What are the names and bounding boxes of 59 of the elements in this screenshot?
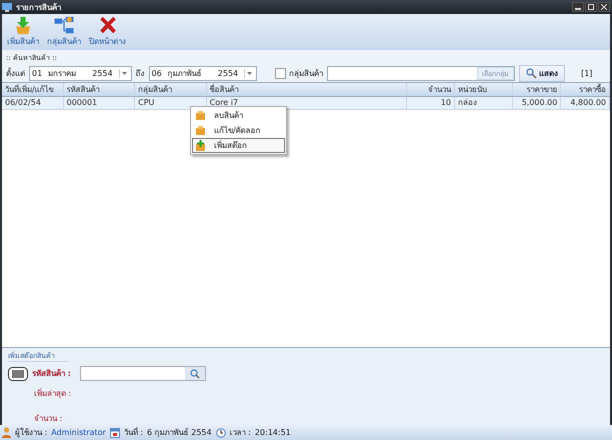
column-header[interactable]: วันที่เพิ่ม/แก้ไข [2, 83, 64, 96]
menu-item[interactable]: ลบสินค้า [192, 108, 285, 123]
maximize-button[interactable] [585, 2, 597, 12]
date-picker[interactable]: 06 กุมภาพันธ์ 2554 [148, 66, 258, 81]
toolbar-button[interactable]: กลุ่มสินค้า [46, 16, 82, 48]
column-header[interactable]: รหัสสินค้า [64, 83, 136, 96]
status-time: 20:14:51 [254, 428, 291, 437]
column-header[interactable]: หน่วยนับ [454, 83, 513, 96]
field-label: เพิ่มล่าสุด : [34, 389, 72, 398]
calendar-icon [110, 428, 120, 438]
column-header[interactable]: ราคาขาย [512, 83, 562, 96]
column-header[interactable]: ชื่อสินค้า [206, 83, 408, 96]
table-cell: 5,000.00 [512, 97, 562, 109]
table-cell: 10 [407, 97, 455, 109]
maximize-icon [588, 4, 594, 10]
close-button[interactable] [598, 2, 610, 12]
status-label: วันที่ : [124, 426, 144, 439]
field-label: จำนวน : [34, 414, 62, 423]
table-cell: 000001 [64, 97, 136, 109]
hierarchy-icon [52, 16, 76, 35]
product-code-field[interactable] [80, 366, 206, 381]
barcode-icon [8, 366, 28, 380]
status-label: เวลา : [230, 427, 251, 439]
table-cell: กล่อง [454, 97, 513, 109]
window-icon [2, 2, 12, 12]
dropdown-arrow-icon [244, 69, 254, 78]
box-icon [195, 110, 206, 121]
box-plus-icon [195, 140, 206, 151]
search-icon [526, 68, 538, 79]
minimize-button[interactable] [572, 2, 584, 12]
column-header[interactable]: กลุ่มสินค้า [135, 83, 207, 96]
dropdown-arrow-icon [118, 69, 129, 78]
checkbox-label: กลุ่มสินค้า [289, 68, 324, 80]
window-title: รายการสินค้า [16, 2, 61, 14]
status-label: ผู้ใช้งาน : [15, 426, 48, 439]
user-name: Administrator [51, 428, 106, 437]
menu-item[interactable]: แก้ไข/คัดลอก [192, 123, 285, 138]
status-date: 6 กุมภาพันธ์ 2554 [147, 426, 212, 439]
show-button[interactable]: แสดง [519, 65, 566, 82]
toolbar-button[interactable]: ปิดหน้าต่าง [88, 16, 127, 48]
to-label: ถึง [136, 68, 145, 80]
menu-item[interactable]: เพิ่มสต๊อก [192, 138, 285, 153]
table-cell: 4,800.00 [561, 97, 610, 109]
field-label: รหัสสินค้า : [32, 368, 72, 380]
column-header[interactable]: จำนวน [407, 83, 455, 96]
box-icon [195, 125, 206, 136]
close-icon [601, 4, 607, 10]
table-row[interactable]: 06/02/54 000001 CPU Core i7 10 กล่อง 5,000.00 4,800.00 [2, 97, 610, 110]
result-count: [1] [581, 69, 592, 78]
column-header[interactable]: ราคาซื้อ [561, 83, 610, 96]
clock-icon [216, 428, 226, 438]
toolbar-button[interactable]: เพิ่มสินค้า [6, 16, 40, 48]
checkbox[interactable] [275, 68, 286, 79]
search-button[interactable] [185, 367, 205, 380]
search-icon [190, 368, 200, 378]
date-picker[interactable]: 01 มกราคม 2554 [29, 66, 132, 81]
user-icon [2, 427, 11, 438]
from-label: ตั้งแต่ [6, 67, 25, 80]
table-cell: 06/02/54 [2, 97, 64, 109]
